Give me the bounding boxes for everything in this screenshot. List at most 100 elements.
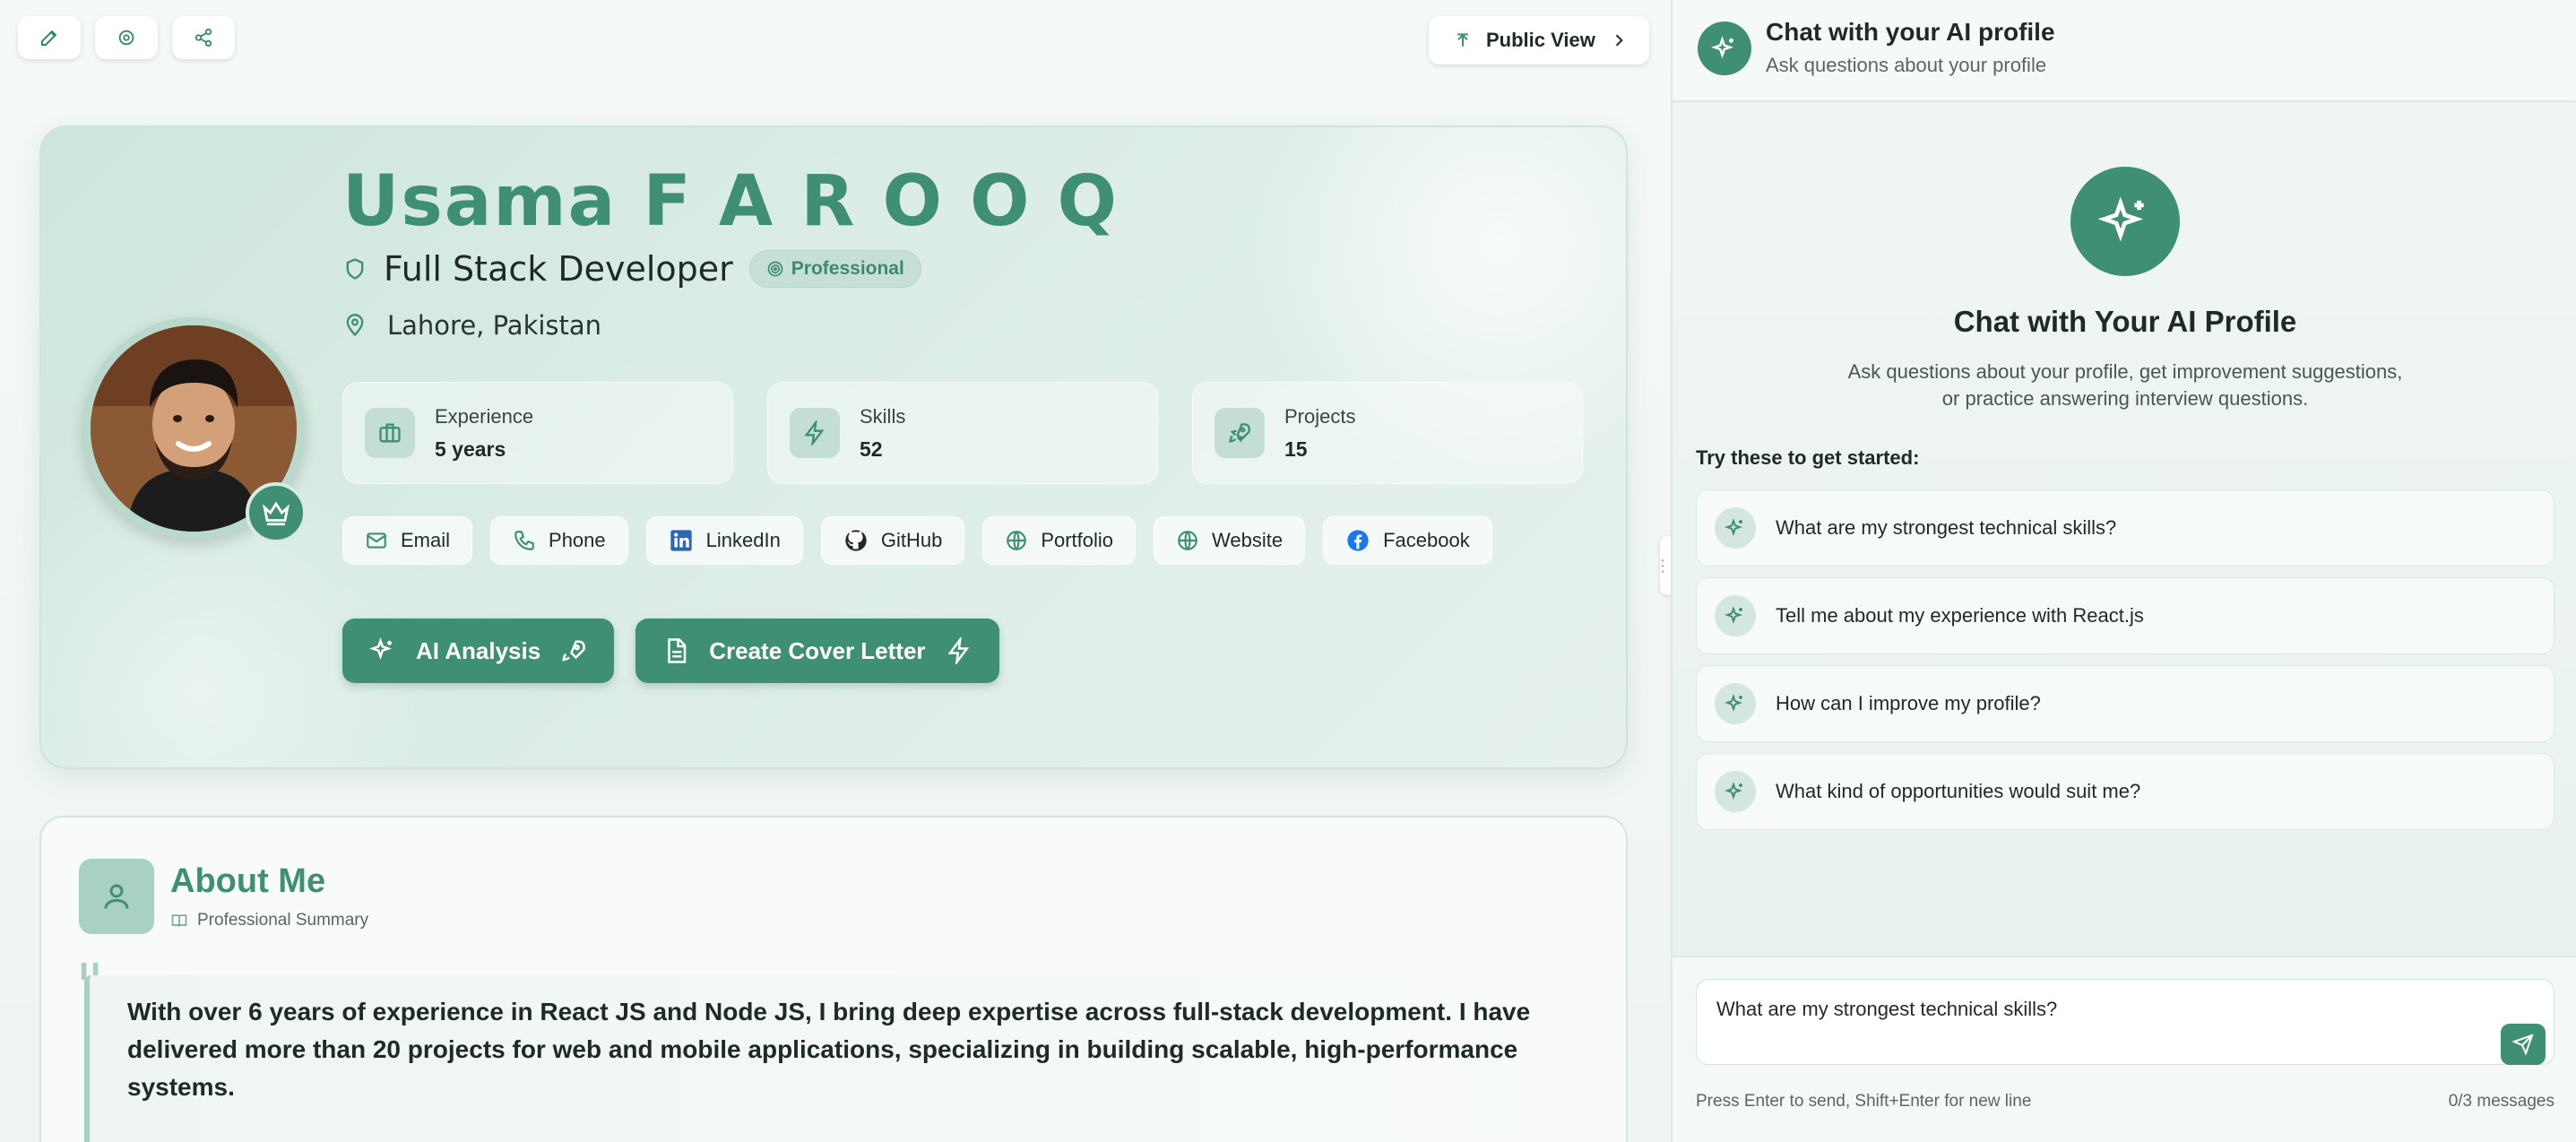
shield-icon	[346, 258, 364, 280]
globe-icon	[1178, 531, 1197, 550]
public-view-label: Public View	[1486, 29, 1595, 51]
map-pin-icon	[346, 314, 364, 337]
contact-label: Facebook	[1383, 529, 1470, 551]
public-view-button[interactable]: Public View	[1429, 16, 1649, 65]
input-hint: Press Enter to send, Shift+Enter for new…	[1696, 1092, 2032, 1111]
suggestion-text: How can I improve my profile?	[1776, 692, 2041, 714]
send-icon	[2512, 1034, 2534, 1055]
chat-hero-desc-line: Ask questions about your profile, get im…	[1847, 360, 2403, 383]
stat-value: 5 years	[435, 437, 506, 461]
premium-crown-badge	[246, 482, 307, 543]
sparkles-icon	[1715, 683, 1756, 724]
sparkles-icon	[1698, 22, 1751, 75]
ai-analysis-label: AI Analysis	[416, 636, 541, 664]
suggestion-text: What are my strongest technical skills?	[1776, 516, 2117, 539]
contact-label: LinkedIn	[705, 529, 781, 551]
contact-email[interactable]: Email	[342, 516, 473, 565]
contact-links: Email Phone LinkedIn GitHub Portfolio We…	[342, 516, 1492, 565]
contact-github[interactable]: GitHub	[820, 516, 965, 565]
contact-label: Email	[401, 529, 451, 551]
about-body: With over 6 years of experience in React…	[84, 975, 1599, 1142]
about-title: About Me	[170, 862, 326, 900]
sparkles-icon	[2070, 167, 2180, 276]
suggestion-text: Tell me about my experience with React.j…	[1776, 604, 2144, 627]
stat-experience: Experience 5 years	[342, 382, 733, 484]
suggestion-item[interactable]: Tell me about my experience with React.j…	[1696, 577, 2554, 654]
chat-hero-description: Ask questions about your profile, get im…	[1834, 359, 2416, 412]
sparkles-icon	[1715, 595, 1756, 636]
contact-linkedin[interactable]: LinkedIn	[645, 516, 803, 565]
settings-button[interactable]	[95, 16, 158, 59]
stat-label: Projects	[1284, 404, 1356, 428]
chat-header: Chat with your AI profile Ask questions …	[1673, 0, 2576, 102]
chat-panel: Chat with your AI profile Ask questions …	[1671, 0, 2576, 1142]
suggestion-item[interactable]: What are my strongest technical skills?	[1696, 489, 2554, 567]
document-icon	[668, 638, 687, 663]
gear-icon	[118, 30, 134, 46]
stat-label: Experience	[435, 404, 534, 428]
briefcase-icon	[365, 408, 415, 458]
share-icon	[194, 28, 212, 48]
chat-header-title: Chat with your AI profile	[1766, 18, 2055, 46]
user-icon	[79, 859, 154, 934]
sparkles-icon	[1715, 507, 1756, 549]
message-counter: 0/3 messages	[2448, 1092, 2554, 1111]
stat-value: 52	[860, 437, 883, 461]
cover-letter-label: Create Cover Letter	[709, 636, 926, 664]
send-button[interactable]	[2501, 1024, 2546, 1065]
rocket-icon	[1215, 408, 1265, 458]
sparkles-icon	[369, 637, 393, 661]
contact-portfolio[interactable]: Portfolio	[982, 516, 1137, 565]
contact-phone[interactable]: Phone	[490, 516, 628, 565]
arrow-up-icon	[1457, 33, 1468, 47]
github-icon	[845, 530, 867, 551]
profile-pane: Public View Usama F A R O O Q Full Stack…	[0, 0, 1671, 1142]
badge-label: Professional	[791, 258, 904, 279]
globe-icon	[1007, 531, 1027, 550]
chat-header-subtitle: Ask questions about your profile	[1766, 54, 2047, 76]
contact-label: Portfolio	[1041, 529, 1114, 551]
edit-button[interactable]	[18, 16, 81, 59]
about-subtitle-row: Professional Summary	[170, 911, 368, 930]
bolt-icon	[790, 408, 840, 458]
location-text: Lahore, Pakistan	[387, 310, 602, 341]
sparkles-icon	[1715, 771, 1756, 812]
facebook-icon	[1347, 530, 1369, 551]
chat-hero-desc-line: or practice answering interview question…	[1941, 387, 2309, 410]
profile-hero-card: Usama F A R O O Q Full Stack Developer P…	[39, 125, 1628, 769]
about-subtitle: Professional Summary	[197, 911, 369, 930]
target-icon	[767, 261, 783, 277]
mail-icon	[367, 532, 386, 549]
first-name: Usama	[342, 161, 618, 242]
suggestion-item[interactable]: How can I improve my profile?	[1696, 665, 2554, 742]
create-cover-letter-button[interactable]: Create Cover Letter	[635, 619, 999, 683]
contact-label: GitHub	[880, 529, 943, 551]
rocket-icon	[562, 640, 586, 662]
contact-website[interactable]: Website	[1154, 516, 1306, 565]
role-title: Full Stack Developer	[384, 249, 733, 289]
crown-icon	[263, 501, 290, 526]
book-icon	[171, 914, 187, 927]
stat-skills: Skills 52	[767, 382, 1158, 484]
action-buttons: AI Analysis Create Cover Letter	[342, 619, 999, 683]
suggestion-text: What kind of opportunities would suit me…	[1776, 780, 2141, 802]
chevron-right-icon	[1615, 34, 1623, 47]
phone-icon	[514, 531, 534, 550]
edit-icon	[41, 30, 57, 46]
chat-input-area: What are my strongest technical skills? …	[1673, 956, 2576, 1142]
stat-label: Skills	[860, 404, 906, 428]
ai-analysis-button[interactable]: AI Analysis	[342, 619, 615, 683]
contact-facebook[interactable]: Facebook	[1323, 516, 1492, 565]
share-button[interactable]	[172, 16, 235, 59]
bolt-icon	[947, 637, 969, 664]
profile-name: Usama F A R O O Q	[342, 161, 1119, 242]
stat-projects: Projects 15	[1192, 382, 1583, 484]
suggestions-label: Try these to get started:	[1696, 446, 1920, 469]
location-row: Lahore, Pakistan	[342, 310, 601, 341]
chat-message-input[interactable]: What are my strongest technical skills?	[1696, 979, 2554, 1065]
contact-label: Phone	[549, 529, 606, 551]
linkedin-icon	[670, 530, 692, 551]
professional-badge: Professional	[748, 250, 921, 288]
suggestion-item[interactable]: What kind of opportunities would suit me…	[1696, 753, 2554, 830]
stat-value: 15	[1284, 437, 1308, 461]
